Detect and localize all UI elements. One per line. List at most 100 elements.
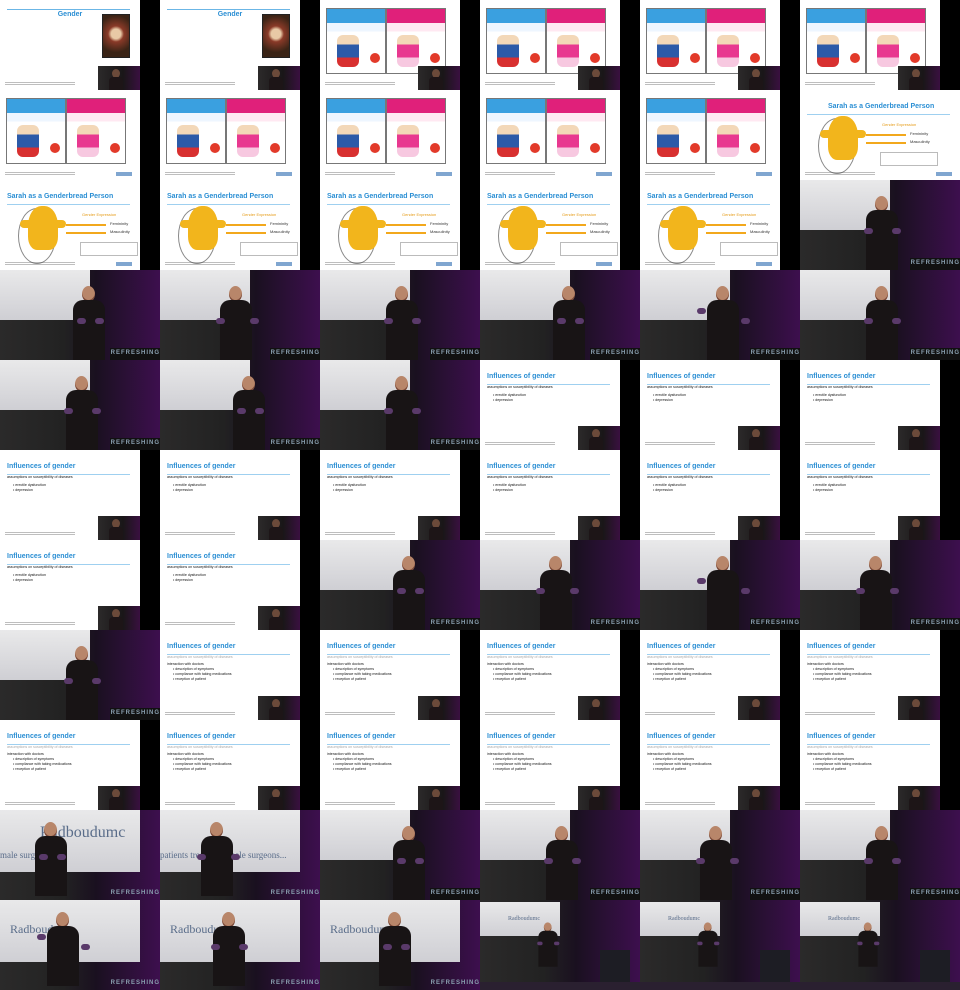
slide-footer-text xyxy=(485,532,555,536)
speaker-inset-video xyxy=(98,786,140,810)
speaker-arm-left xyxy=(384,408,393,414)
book-cover-pink xyxy=(386,8,446,74)
slide-footer-text xyxy=(645,82,715,86)
stage-banner-text: REFRESHING xyxy=(270,350,320,356)
slide-footer-text xyxy=(485,82,555,86)
thumbnail-cell: Gender xyxy=(160,0,300,90)
speaker-arm-right xyxy=(81,944,90,950)
speaker-body xyxy=(553,300,585,360)
slide-bullet: • description of symptoms xyxy=(173,667,215,671)
book-cover-blue xyxy=(326,98,386,164)
slide-bullet: • description of symptoms xyxy=(653,667,695,671)
speaker-body xyxy=(698,930,718,967)
stage-banner-text: REFRESHING xyxy=(270,440,320,446)
genderbread-figure xyxy=(340,206,386,250)
slide-footer-text xyxy=(325,802,395,806)
thumbnail-cell: Gender xyxy=(0,0,140,90)
speaker-figure xyxy=(62,642,102,720)
speaker-arm-right xyxy=(239,944,248,950)
stage-background: REFRESHING xyxy=(480,810,640,900)
speaker-figure xyxy=(856,552,899,630)
slide-bullet: assumptions on susceptibility of disease… xyxy=(167,655,233,659)
stage-banner-text: REFRESHING xyxy=(750,890,800,896)
slide-bullet: assumptions on susceptibility of disease… xyxy=(7,565,73,569)
stage-background: Radboudumc REFRESHING xyxy=(160,900,320,990)
slide-subbullet: • erectile dysfunction xyxy=(173,483,207,487)
femininity-label: Femininity xyxy=(750,221,769,226)
thumbnail-cell: Sarah as a Genderbread Person Gender Expr… xyxy=(640,180,780,270)
slide-footer-text xyxy=(645,532,715,536)
speaker-inset-video xyxy=(738,426,780,450)
speaker-arm-left xyxy=(857,941,863,946)
slide-footer-text xyxy=(165,172,235,176)
thumbnail-cell xyxy=(160,90,300,180)
stage-background: Radboudumc xyxy=(800,900,960,990)
thumbnail-cell: REFRESHING xyxy=(800,270,960,360)
speaker-arm-right xyxy=(874,941,880,946)
slide-bullet: • description of symptoms xyxy=(13,757,55,761)
slide-frame: Influences of gender assumptions on susce… xyxy=(160,630,300,720)
stage-banner-text: REFRESHING xyxy=(430,980,480,986)
slide-rule xyxy=(7,204,130,205)
stage-background: REFRESHING xyxy=(800,270,960,360)
speaker-body xyxy=(866,300,898,360)
book-cover-pink xyxy=(706,98,766,164)
slide-title: Influences of gender xyxy=(7,733,76,740)
stage-background: REFRESHING xyxy=(0,270,160,360)
speaker-arm-right xyxy=(890,588,899,594)
slide-footer-text xyxy=(485,262,555,266)
speaker-arm-right xyxy=(572,858,581,864)
book-badge xyxy=(590,53,600,63)
slide-bullet: interaction with doctors xyxy=(807,752,844,756)
gender-expression-label: Gender Expression xyxy=(882,122,917,127)
speaker-figure xyxy=(31,818,71,896)
expression-arrow xyxy=(866,134,906,136)
slide-frame: Gender xyxy=(160,0,300,90)
book-illustration xyxy=(397,125,419,157)
slide-frame: Influences of gender assumptions on susce… xyxy=(800,360,940,450)
stage-banner-text: REFRESHING xyxy=(430,440,480,446)
slide-footer-logo xyxy=(436,172,452,176)
speaker-arm-right xyxy=(95,318,104,324)
stage-banner-text: REFRESHING xyxy=(110,440,160,446)
slide-subbullet: • erectile dysfunction xyxy=(653,483,687,487)
speaker-figure xyxy=(542,822,582,900)
slide-bullet: interaction with doctors xyxy=(7,752,44,756)
speaker-arm-left xyxy=(216,318,225,324)
slide-bullet: • compliance with taking medications xyxy=(173,762,232,766)
speaker-arm-right xyxy=(92,678,101,684)
slide-bullet: interaction with doctors xyxy=(167,752,204,756)
speaker-arm-right xyxy=(57,854,66,860)
thumbnail-cell: REFRESHING xyxy=(0,360,160,450)
thumbnail-cell: Influences of gender assumptions on susce… xyxy=(640,360,780,450)
stage-banner-text: REFRESHING xyxy=(110,980,160,986)
speaker-arm-left xyxy=(77,318,86,324)
book-cover-blue xyxy=(326,8,386,74)
speaker-body xyxy=(379,926,411,986)
slide-rule xyxy=(7,9,130,10)
slide-bullet: • reception of patient xyxy=(13,767,46,771)
thumbnail-cell: Radboudumc REFRESHING xyxy=(320,900,480,990)
speaker-figure xyxy=(549,282,589,360)
slide-subbullet: • depression xyxy=(173,578,193,582)
book-badge xyxy=(270,143,280,153)
slide-frame: Sarah as a Genderbread Person Gender Expr… xyxy=(160,180,300,270)
speaker-figure xyxy=(856,920,880,967)
thumbnail-cell: Influences of gender assumptions on susce… xyxy=(800,630,940,720)
slide-title: Influences of gender xyxy=(167,733,236,740)
slide-rule xyxy=(167,9,290,10)
slide-footer-logo xyxy=(276,262,292,266)
speaker-body xyxy=(538,930,558,967)
slide-subbullet: • depression xyxy=(653,398,673,402)
book-cover-blue xyxy=(486,98,546,164)
book-illustration xyxy=(717,125,739,157)
speaker-arm-left xyxy=(37,934,46,940)
stage-banner-text: REFRESHING xyxy=(270,980,320,986)
speaker-body xyxy=(66,660,98,720)
thumbnail-cell: Influences of gender assumptions on susce… xyxy=(0,720,140,810)
book-illustration xyxy=(497,125,519,157)
slide-footer-text xyxy=(5,532,75,536)
slide-footer-text xyxy=(485,712,555,716)
stage-banner-text: REFRESHING xyxy=(910,350,960,356)
stage-background: REFRESHING xyxy=(800,180,960,270)
